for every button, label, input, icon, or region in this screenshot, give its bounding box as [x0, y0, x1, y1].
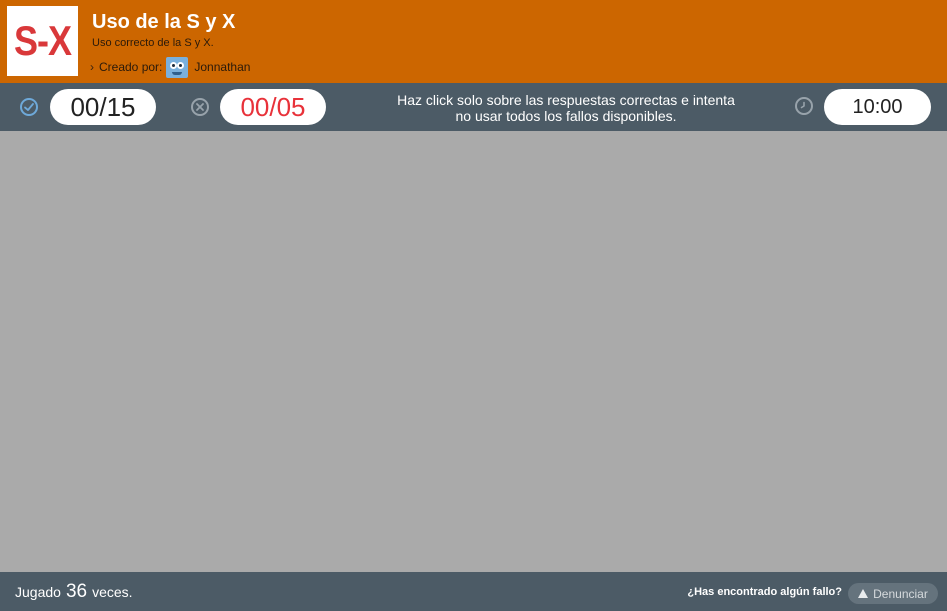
report-button[interactable]: Denunciar	[848, 583, 938, 604]
x-circle-icon	[191, 98, 209, 116]
report-button-label: Denunciar	[873, 586, 928, 601]
game-header: S-X Uso de la S y X Uso correcto de la S…	[0, 0, 947, 83]
played-prefix: Jugado	[15, 584, 61, 600]
game-title[interactable]: Uso de la S y X	[92, 11, 235, 33]
instructions-line-1: Haz click solo sobre las respuestas corr…	[397, 92, 735, 108]
game-toolbar: 00/15 00/05 Haz click solo sobre las res…	[0, 83, 947, 131]
countdown-timer: 10:00	[824, 89, 931, 125]
warning-icon	[858, 589, 869, 598]
creator-info: › Creado por: Jonnathan	[90, 56, 250, 78]
check-circle-icon	[20, 98, 38, 116]
game-logo[interactable]: S-X	[7, 6, 78, 76]
correct-counter: 00/15	[50, 89, 156, 125]
play-count: Jugado 36 veces.	[15, 581, 133, 603]
game-subtitle: Uso correcto de la S y X.	[92, 37, 214, 49]
creator-name-link[interactable]: Jonnathan	[194, 60, 250, 74]
played-count: 36	[65, 581, 88, 602]
fails-counter: 00/05	[220, 89, 326, 125]
logo-text: S-X	[13, 16, 72, 65]
instructions-line-2: no usar todos los fallos disponibles.	[455, 108, 677, 124]
chevron-right-icon: ›	[90, 60, 94, 74]
game-instructions: Haz click solo sobre las respuestas corr…	[380, 92, 752, 124]
report-question: ¿Has encontrado algún fallo?	[687, 586, 842, 598]
creator-label: Creado por:	[99, 60, 163, 74]
clock-icon	[795, 97, 813, 115]
avatar[interactable]	[166, 56, 189, 78]
game-footer: Jugado 36 veces. ¿Has encontrado algún f…	[0, 572, 947, 611]
played-suffix: veces.	[92, 584, 133, 600]
game-board[interactable]	[0, 131, 947, 572]
